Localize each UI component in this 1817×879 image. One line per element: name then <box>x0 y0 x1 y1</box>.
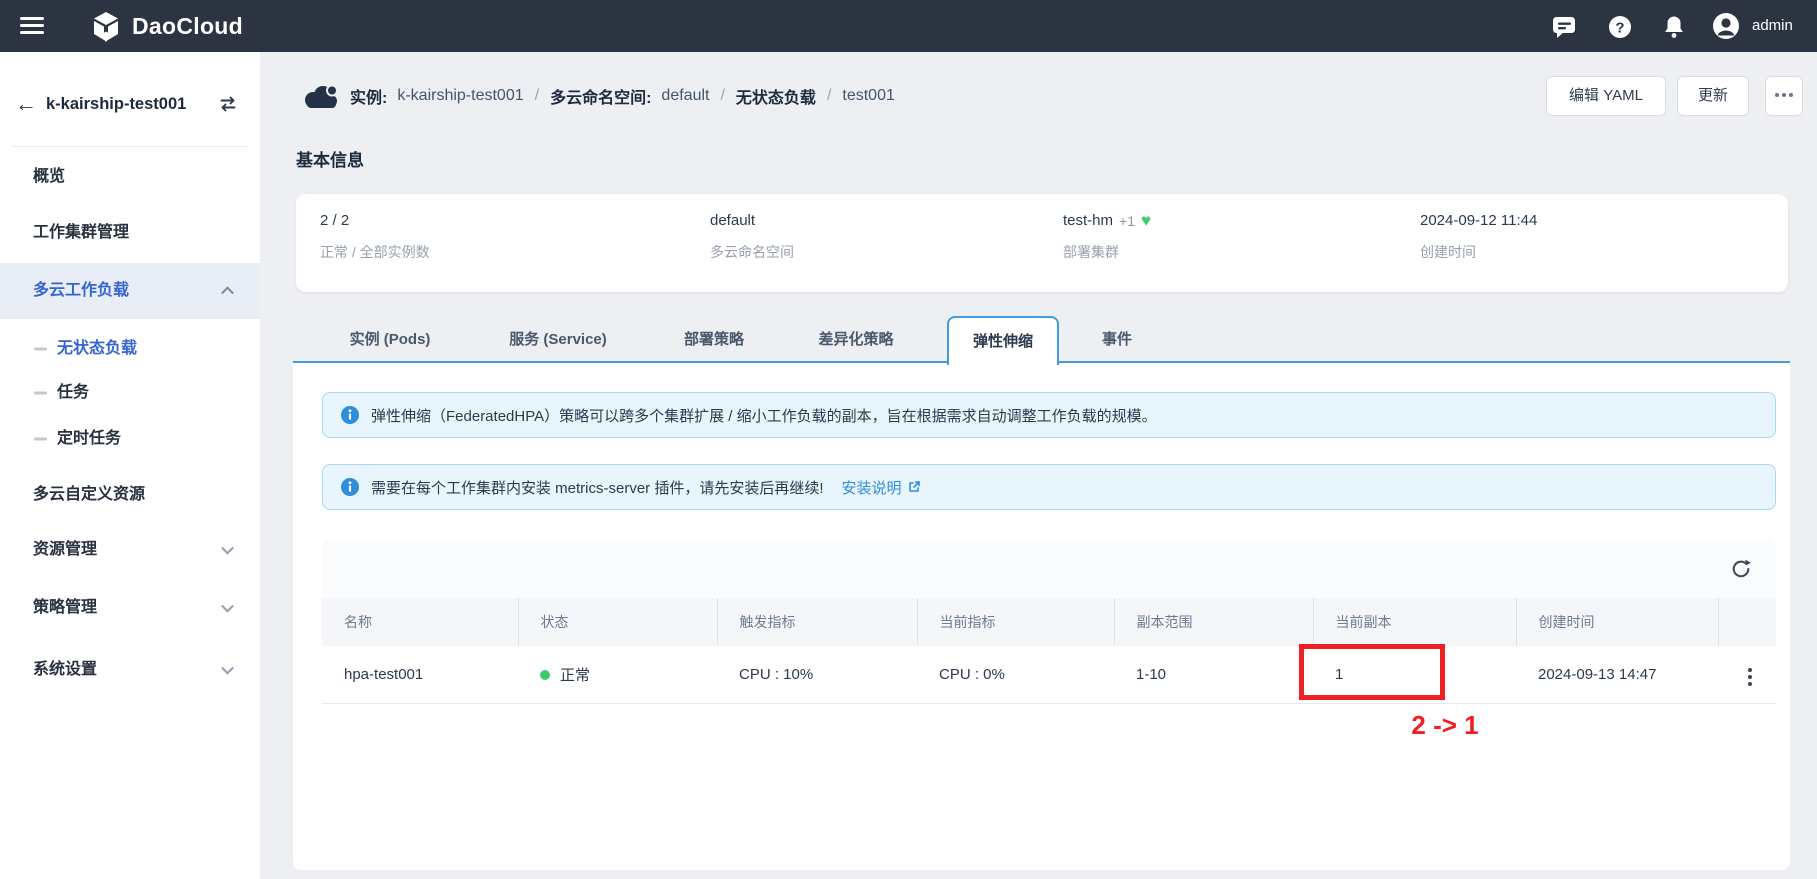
table-header-row: 名称 状态 触发指标 当前指标 副本范围 当前副本 创建时间 <box>322 598 1776 646</box>
sidebar-divider <box>12 146 248 147</box>
cell-trigger-metric: CPU : 10% <box>717 646 917 704</box>
hamburger-menu-icon[interactable] <box>20 17 44 35</box>
switch-cluster-icon[interactable] <box>218 94 238 119</box>
instances-value: 2 / 2 <box>320 212 349 229</box>
tab-elastic-scaling[interactable]: 弹性伸缩 <box>947 316 1059 365</box>
deploy-cluster-name[interactable]: test-hm <box>1063 212 1113 229</box>
col-name: 名称 <box>322 598 518 646</box>
chevron-up-icon <box>221 286 234 299</box>
col-current-replicas: 当前副本 <box>1313 598 1516 646</box>
cloud-icon <box>300 82 340 110</box>
more-actions-button[interactable] <box>1765 76 1803 116</box>
avatar[interactable] <box>1712 12 1740 45</box>
sidebar: ← k-kairship-test001 概览 工作集群管理 多云工作负载 无状… <box>0 52 260 879</box>
metrics-server-banner: 需要在每个工作集群内安装 metrics-server 插件，请先安装后再继续!… <box>322 464 1776 510</box>
hpa-table-card: 名称 状态 触发指标 当前指标 副本范围 当前副本 创建时间 hpa-test0… <box>322 540 1776 704</box>
cluster-switcher: ← k-kairship-test001 <box>0 86 260 122</box>
info-icon <box>341 478 359 496</box>
tab-events[interactable]: 事件 <box>1072 316 1162 364</box>
metrics-server-text: 需要在每个工作集群内安装 metrics-server 插件，请先安装后再继续! <box>371 477 824 498</box>
col-current-metric: 当前指标 <box>917 598 1114 646</box>
tab-deploy-policy[interactable]: 部署策略 <box>654 316 774 364</box>
col-status: 状态 <box>518 598 717 646</box>
topbar: DaoCloud ? admin <box>0 0 1817 52</box>
sidebar-item-multicloud-workloads[interactable]: 多云工作负载 <box>0 263 260 319</box>
row-actions-icon[interactable] <box>1748 675 1752 679</box>
cell-replica-range: 1-10 <box>1114 646 1313 704</box>
chevron-down-icon <box>221 662 234 675</box>
submenu-dash <box>34 392 47 395</box>
table-toolbar <box>322 540 1776 598</box>
basic-info-card: 2 / 2 正常 / 全部实例数 default 多云命名空间 test-hm … <box>296 194 1788 292</box>
sidebar-item-resource-management[interactable]: 资源管理 <box>0 523 260 577</box>
created-time-value: 2024-09-12 11:44 <box>1420 212 1537 229</box>
replica-change-annotation: 2 -> 1 <box>1360 710 1530 741</box>
chat-icon[interactable] <box>1551 14 1577 45</box>
breadcrumb-separator: / <box>534 87 540 105</box>
external-link-icon <box>907 480 921 494</box>
namespace-value: default <box>710 212 755 229</box>
deploy-clusters-label: 部署集群 <box>1063 242 1119 262</box>
breadcrumb: 实例: k-kairship-test001 / 多云命名空间: default… <box>300 78 895 114</box>
healthy-heart-icon: ♥ <box>1141 212 1151 229</box>
refresh-icon[interactable] <box>1730 558 1752 585</box>
instances-label: 正常 / 全部实例数 <box>320 242 430 262</box>
replica-highlight-box <box>1299 644 1445 700</box>
cell-created-time: 2024-09-13 14:47 <box>1516 646 1718 704</box>
cell-actions <box>1718 646 1776 704</box>
update-button[interactable]: 更新 <box>1677 76 1749 116</box>
daocloud-logo-icon <box>90 10 122 47</box>
chevron-down-icon <box>221 600 234 613</box>
status-text: 正常 <box>560 664 590 685</box>
table-row: hpa-test001 正常 CPU : 10% CPU : 0% 1-10 1… <box>322 646 1776 704</box>
edit-yaml-button[interactable]: 编辑 YAML <box>1546 76 1666 116</box>
created-time-label: 创建时间 <box>1420 242 1476 262</box>
sidebar-item-custom-resources[interactable]: 多云自定义资源 <box>0 468 260 522</box>
tab-service[interactable]: 服务 (Service) <box>475 316 641 364</box>
status-dot-icon <box>540 670 550 680</box>
install-guide-link[interactable]: 安装说明 <box>842 477 921 498</box>
col-replica-range: 副本范围 <box>1114 598 1313 646</box>
breadcrumb-namespace-label: 多云命名空间: <box>550 84 651 108</box>
breadcrumb-separator: / <box>719 87 725 105</box>
namespace-label: 多云命名空间 <box>710 242 794 262</box>
username[interactable]: admin <box>1752 0 1793 52</box>
main-content: 实例: k-kairship-test001 / 多云命名空间: default… <box>260 52 1817 879</box>
sidebar-item-policy-management[interactable]: 策略管理 <box>0 581 260 635</box>
tab-pods[interactable]: 实例 (Pods) <box>320 316 460 364</box>
col-created-time: 创建时间 <box>1516 598 1718 646</box>
current-cluster-name: k-kairship-test001 <box>46 86 186 122</box>
cell-status: 正常 <box>518 646 717 704</box>
col-trigger-metric: 触发指标 <box>717 598 917 646</box>
bell-icon[interactable] <box>1661 14 1687 45</box>
sidebar-item-cluster-management[interactable]: 工作集群管理 <box>0 206 260 260</box>
cell-name[interactable]: hpa-test001 <box>322 646 518 704</box>
submenu-dash <box>34 348 47 351</box>
hpa-info-banner: 弹性伸缩（FederatedHPA）策略可以跨多个集群扩展 / 缩小工作负载的副… <box>322 392 1776 438</box>
breadcrumb-instance-label: 实例: <box>350 84 387 108</box>
breadcrumb-workload-type[interactable]: 无状态负载 <box>736 84 816 108</box>
deploy-cluster-extra-count[interactable]: +1 <box>1119 213 1135 229</box>
help-icon[interactable]: ? <box>1607 14 1633 45</box>
basic-info-title: 基本信息 <box>296 146 364 171</box>
breadcrumb-instance-value[interactable]: k-kairship-test001 <box>397 87 523 105</box>
svg-text:?: ? <box>1615 20 1624 37</box>
breadcrumb-namespace-value[interactable]: default <box>661 87 709 105</box>
breadcrumb-separator: / <box>826 87 832 105</box>
tab-differentiation-policy[interactable]: 差异化策略 <box>788 316 924 364</box>
col-actions <box>1718 598 1776 646</box>
hpa-table: 名称 状态 触发指标 当前指标 副本范围 当前副本 创建时间 hpa-test0… <box>322 598 1776 704</box>
chevron-down-icon <box>221 542 234 555</box>
info-icon <box>341 406 359 424</box>
sidebar-item-overview[interactable]: 概览 <box>0 150 260 204</box>
cell-current-metric: CPU : 0% <box>917 646 1114 704</box>
sidebar-item-cronjobs[interactable]: 定时任务 <box>0 412 260 466</box>
more-horizontal-icon <box>1782 93 1786 97</box>
sidebar-item-system-settings[interactable]: 系统设置 <box>0 643 260 697</box>
back-arrow-icon[interactable]: ← <box>15 89 37 119</box>
breadcrumb-workload-name: test001 <box>842 87 894 105</box>
hpa-info-text: 弹性伸缩（FederatedHPA）策略可以跨多个集群扩展 / 缩小工作负载的副… <box>371 405 1157 426</box>
brand-name: DaoCloud <box>132 0 243 52</box>
submenu-dash <box>34 438 47 441</box>
